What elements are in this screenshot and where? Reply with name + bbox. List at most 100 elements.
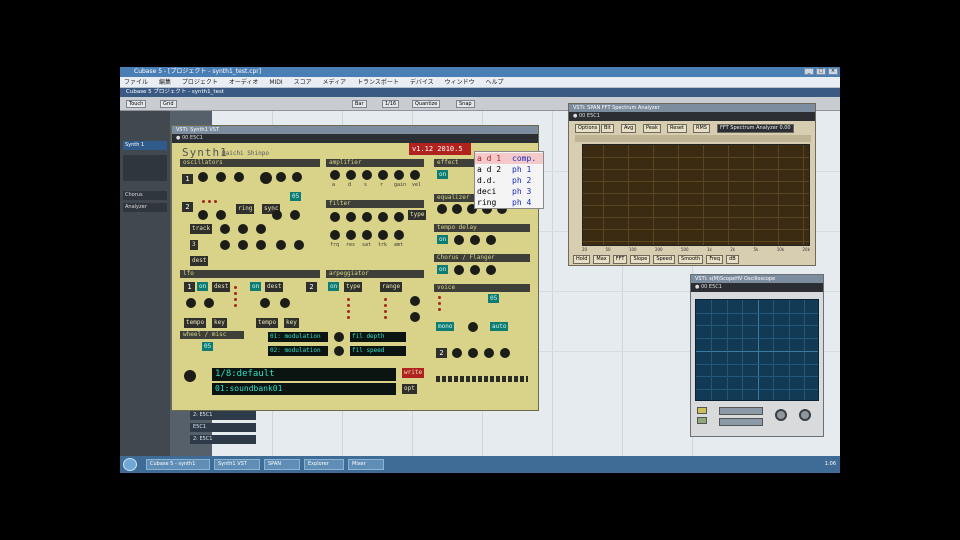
mod-dest-2[interactable]: fil speed	[350, 346, 406, 356]
menu-project[interactable]: プロジェクト	[182, 79, 218, 86]
osc1-knob-b[interactable]	[216, 172, 226, 182]
amp-knob-s[interactable]	[362, 170, 372, 180]
lfo1-key-button[interactable]: key	[212, 318, 227, 328]
toolbar-grid[interactable]: Grid	[160, 100, 177, 108]
popup-opt-dd[interactable]: d.d.	[477, 175, 510, 186]
arp-on-button[interactable]: on	[328, 282, 340, 291]
scope-window-title[interactable]: VSTi: s(M)ScopeHV Oscilloscope	[691, 275, 823, 283]
menu-window[interactable]: ウィンドウ	[445, 79, 475, 86]
inspector-track-2[interactable]: Chorus	[123, 191, 167, 200]
osc3-knob-a[interactable]	[220, 240, 230, 250]
amp-knob-vel[interactable]	[410, 170, 420, 180]
voice-knob-2[interactable]	[452, 348, 462, 358]
arp-range-button[interactable]: range	[380, 282, 403, 292]
voice-knob-4[interactable]	[484, 348, 494, 358]
task-synth1[interactable]: Synth1 VST	[214, 459, 260, 470]
maximize-button[interactable]: □	[816, 68, 826, 75]
mod-source-2[interactable]: 02: modulation	[268, 346, 328, 356]
mod-source-1[interactable]: 01: modulation	[268, 332, 328, 342]
arp-type-button[interactable]: type	[344, 282, 363, 292]
popup-opt-ph2[interactable]: ph 2	[512, 175, 543, 186]
analyzer-btn-options[interactable]: Options	[575, 124, 601, 133]
popup-opt-comp[interactable]: comp.	[512, 153, 543, 164]
lfo1-knob-a[interactable]	[186, 298, 196, 308]
lane-entry-1[interactable]: 2: E5C1	[190, 411, 256, 420]
menu-midi[interactable]: MIDI	[269, 79, 282, 86]
osc1-knob-d[interactable]	[260, 172, 272, 184]
osc-knob-j[interactable]	[272, 210, 282, 220]
voice-counter[interactable]: 05	[488, 294, 500, 303]
amp-knob-d[interactable]	[346, 170, 356, 180]
lfo2-tempo-button[interactable]: tempo	[256, 318, 279, 328]
analyzer-btn-peak[interactable]: Peak	[643, 124, 661, 133]
osc3-knob-c[interactable]	[256, 240, 266, 250]
arp-knob-b[interactable]	[410, 312, 420, 322]
osc3-knob-e[interactable]	[294, 240, 304, 250]
mod-knob-2[interactable]	[334, 346, 344, 356]
delay-knob-2[interactable]	[470, 235, 480, 245]
task-explorer[interactable]: Explorer	[304, 459, 344, 470]
write-button[interactable]: write	[402, 368, 425, 378]
toolbar-touch[interactable]: Touch	[126, 100, 147, 108]
inspector-track-1[interactable]: Synth 1	[123, 141, 167, 150]
volume-knob[interactable]	[184, 370, 196, 382]
filter-knob-res[interactable]	[346, 230, 356, 240]
lfo2-on-button[interactable]: on	[250, 282, 262, 291]
osc1-knob-c[interactable]	[234, 172, 244, 182]
osc2-knob-b[interactable]	[216, 210, 226, 220]
amp-knob-a[interactable]	[330, 170, 340, 180]
osc-knob-h[interactable]	[238, 224, 248, 234]
scope-knob-2[interactable]	[799, 409, 811, 421]
analyzer-btn-reset[interactable]: Reset	[667, 124, 687, 133]
menu-media[interactable]: メディア	[323, 79, 347, 86]
analyzer-max[interactable]: Max	[593, 255, 610, 264]
voice-knob-1[interactable]	[468, 322, 478, 332]
filter-knob-amt[interactable]	[394, 230, 404, 240]
synth-window-title[interactable]: VSTi: Synth1 VST	[172, 126, 538, 134]
menu-score[interactable]: スコア	[294, 79, 312, 86]
filter-knob-2[interactable]	[346, 212, 356, 222]
delay-knob-3[interactable]	[486, 235, 496, 245]
menu-edit[interactable]: 編集	[159, 79, 171, 86]
analyzer-slope[interactable]: Slope	[630, 255, 651, 264]
chorus-knob-1[interactable]	[454, 265, 464, 275]
analyzer-smooth[interactable]: Smooth	[678, 255, 704, 264]
dest-button[interactable]: dest	[190, 256, 209, 266]
analyzer-db[interactable]: dB	[726, 255, 739, 264]
chorus-knob-2[interactable]	[470, 265, 480, 275]
osc-knob-k[interactable]	[290, 210, 300, 220]
analyzer-freq[interactable]: Freq	[706, 255, 724, 264]
menu-audio[interactable]: オーディオ	[229, 79, 259, 86]
analyzer-speed[interactable]: Speed	[653, 255, 676, 264]
analyzer-btn-bit[interactable]: Bit	[601, 124, 614, 133]
menu-help[interactable]: ヘルプ	[486, 79, 504, 86]
osc1-knob-a[interactable]	[198, 172, 208, 182]
lfo1-on-button[interactable]: on	[197, 282, 209, 291]
mod-dest-1[interactable]: fil depth	[350, 332, 406, 342]
menu-file[interactable]: ファイル	[124, 79, 148, 86]
osc-knob-g[interactable]	[220, 224, 230, 234]
task-span[interactable]: SPAN	[264, 459, 300, 470]
popup-opt-deci[interactable]: deci	[477, 186, 510, 197]
analyzer-btn-avg[interactable]: Avg	[621, 124, 637, 133]
osc1-knob-f[interactable]	[292, 172, 302, 182]
arp-knob-a[interactable]	[410, 296, 420, 306]
scope-button-2[interactable]	[697, 417, 707, 424]
chorus-knob-3[interactable]	[486, 265, 496, 275]
analyzer-window-title[interactable]: VSTi: SPAN FFT Spectrum Analyzer	[569, 104, 815, 112]
lfo1-tempo-button[interactable]: tempo	[184, 318, 207, 328]
chorus-on-button[interactable]: on	[437, 265, 449, 274]
filter-knob-frq[interactable]	[330, 230, 340, 240]
filter-type-button[interactable]: type	[408, 210, 427, 220]
eq-knob-2[interactable]	[452, 204, 462, 214]
filter-knob-3[interactable]	[362, 212, 372, 222]
filter-knob-sat[interactable]	[362, 230, 372, 240]
analyzer-hold[interactable]: Hold	[573, 255, 591, 264]
filter-knob-trk[interactable]	[378, 230, 388, 240]
lane-entry-2[interactable]: E5C1	[190, 423, 256, 432]
bank-name-display[interactable]: 01:soundbank01	[212, 383, 396, 395]
task-mixer[interactable]: Mixer	[348, 459, 384, 470]
start-button[interactable]	[123, 458, 137, 471]
osc-knob-i[interactable]	[256, 224, 266, 234]
eq-knob-1[interactable]	[437, 204, 447, 214]
